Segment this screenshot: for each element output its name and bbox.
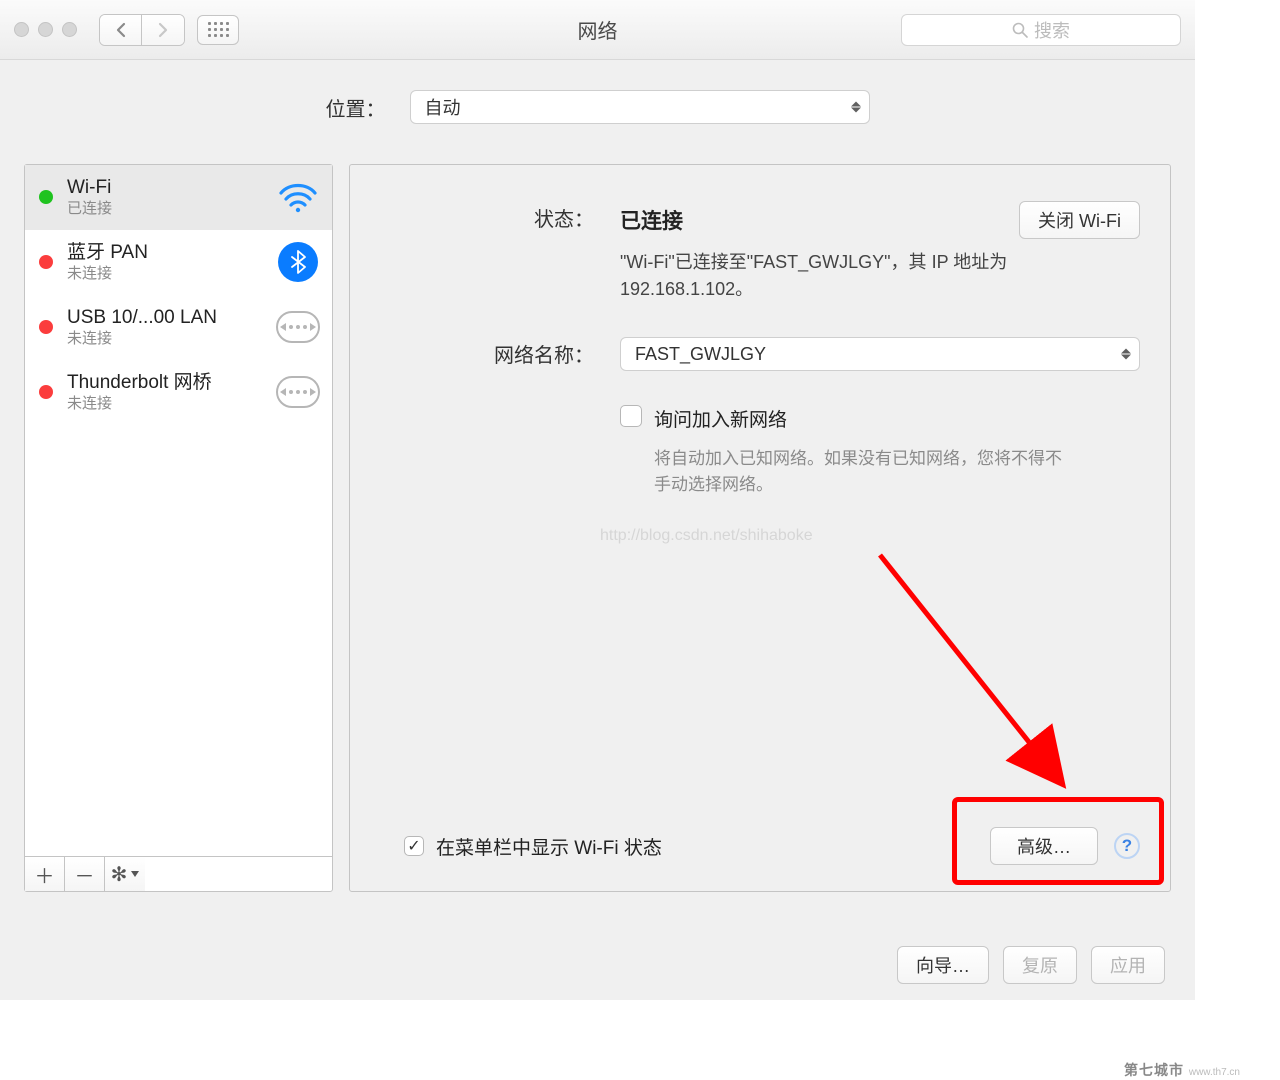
location-select[interactable]: 自动 xyxy=(410,90,870,124)
titlebar: 网络 搜索 xyxy=(0,0,1195,60)
ethernet-icon xyxy=(276,305,320,349)
interface-actions-menu[interactable]: ✻ xyxy=(105,857,145,891)
annotation-arrow-icon xyxy=(860,543,1100,813)
sidebar-item-label: 蓝牙 PAN xyxy=(67,241,262,265)
remove-interface-button[interactable]: － xyxy=(65,857,105,891)
nav-buttons xyxy=(99,14,185,46)
sidebar-item-wifi[interactable]: Wi-Fi 已连接 xyxy=(25,165,332,230)
sidebar-item-sub: 已连接 xyxy=(67,200,262,219)
turn-off-wifi-button[interactable]: 关闭 Wi-Fi xyxy=(1019,201,1140,239)
ethernet-icon xyxy=(276,370,320,414)
network-name-value: FAST_GWJLGY xyxy=(635,344,766,365)
network-name-select[interactable]: FAST_GWJLGY xyxy=(620,337,1140,371)
sidebar-item-sub: 未连接 xyxy=(67,265,262,284)
network-name-label: 网络名称： xyxy=(370,337,620,368)
status-dot-icon xyxy=(39,190,53,204)
status-label: 状态： xyxy=(370,201,620,232)
sidebar-item-label: Wi-Fi xyxy=(67,176,262,200)
ask-join-sub: 将自动加入已知网络。如果没有已知网络，您将不得不手动选择网络。 xyxy=(654,446,1074,499)
search-field[interactable]: 搜索 xyxy=(901,14,1181,46)
page-watermark: 第七城市 www.th7.cn xyxy=(1124,1060,1240,1080)
revert-button[interactable]: 复原 xyxy=(1003,946,1077,984)
ask-join-label: 询问加入新网络 xyxy=(654,405,1074,432)
show-in-menubar-label: 在菜单栏中显示 Wi-Fi 状态 xyxy=(436,833,662,860)
status-dot-icon xyxy=(39,385,53,399)
watermark-text: http://blog.csdn.net/shihaboke xyxy=(600,527,1140,545)
ask-join-checkbox[interactable] xyxy=(620,405,642,427)
add-interface-button[interactable]: ＋ xyxy=(25,857,65,891)
window-title: 网络 xyxy=(578,15,618,44)
close-window-icon[interactable] xyxy=(14,22,29,37)
window-controls xyxy=(14,22,77,37)
chevron-updown-icon xyxy=(851,102,861,113)
minimize-window-icon[interactable] xyxy=(38,22,53,37)
panel-footer: 在菜单栏中显示 Wi-Fi 状态 高级… ? xyxy=(370,827,1140,865)
location-row: 位置： 自动 xyxy=(24,90,1171,124)
location-label: 位置： xyxy=(326,93,386,122)
sidebar-item-label: Thunderbolt 网桥 xyxy=(67,371,262,395)
wifi-icon xyxy=(276,175,320,219)
advanced-button[interactable]: 高级… xyxy=(990,827,1098,865)
interfaces-list: Wi-Fi 已连接 蓝牙 PAN 未连接 xyxy=(25,165,332,856)
network-preferences-window: 网络 搜索 位置： 自动 Wi-Fi 已连接 xyxy=(0,0,1195,1000)
location-value: 自动 xyxy=(425,94,461,120)
bluetooth-icon xyxy=(276,240,320,284)
chevron-updown-icon xyxy=(1121,349,1131,360)
sidebar-item-bluetooth-pan[interactable]: 蓝牙 PAN 未连接 xyxy=(25,230,332,295)
sidebar-item-sub: 未连接 xyxy=(67,395,262,414)
sidebar-item-sub: 未连接 xyxy=(67,330,262,349)
help-button[interactable]: ? xyxy=(1114,833,1140,859)
forward-button[interactable] xyxy=(142,15,184,45)
window-actions: 向导… 复原 应用 xyxy=(897,946,1165,984)
status-dot-icon xyxy=(39,255,53,269)
status-dot-icon xyxy=(39,320,53,334)
interfaces-sidebar: Wi-Fi 已连接 蓝牙 PAN 未连接 xyxy=(24,164,333,892)
search-placeholder: 搜索 xyxy=(1034,17,1070,43)
sidebar-item-usb-lan[interactable]: USB 10/...00 LAN 未连接 xyxy=(25,295,332,360)
show-all-button[interactable] xyxy=(197,15,239,45)
show-in-menubar-checkbox[interactable] xyxy=(404,836,424,856)
search-icon xyxy=(1012,22,1028,38)
status-note: "Wi-Fi"已连接至"FAST_GWJLGY"，其 IP 地址为 192.16… xyxy=(620,249,1080,303)
main-panel: 状态： 已连接 关闭 Wi-Fi "Wi-Fi"已连接至"FAST_GWJLGY… xyxy=(349,164,1171,892)
sidebar-footer: ＋ － ✻ xyxy=(25,856,332,891)
sidebar-item-label: USB 10/...00 LAN xyxy=(67,306,262,330)
apply-button[interactable]: 应用 xyxy=(1091,946,1165,984)
sidebar-item-thunderbolt-bridge[interactable]: Thunderbolt 网桥 未连接 xyxy=(25,360,332,425)
zoom-window-icon[interactable] xyxy=(62,22,77,37)
assist-button[interactable]: 向导… xyxy=(897,946,989,984)
status-value: 已连接 xyxy=(620,205,683,235)
back-button[interactable] xyxy=(100,15,142,45)
